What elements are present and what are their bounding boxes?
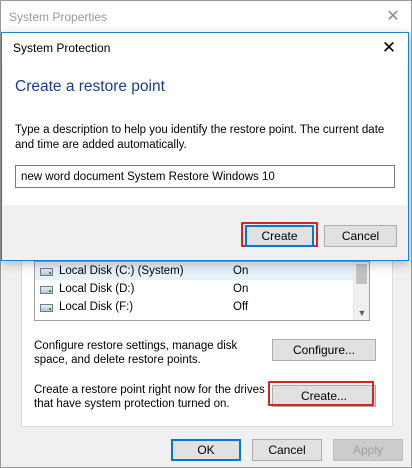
- outer-close-icon[interactable]: ✕: [383, 7, 403, 27]
- dialog-title: System Protection: [13, 41, 111, 55]
- list-item[interactable]: Local Disk (D:) On: [35, 281, 355, 298]
- drive-name: Local Disk (C:) (System): [59, 265, 184, 277]
- dialog-body: Create a restore point Type a descriptio…: [3, 63, 407, 205]
- drive-status: On: [233, 283, 249, 295]
- outer-title-bar: System Properties ✕: [1, 1, 411, 33]
- apply-button: Apply: [333, 439, 403, 461]
- dialog-title-bar: System Protection ✕: [2, 33, 408, 63]
- configure-description: Configure restore settings, manage disk …: [34, 340, 238, 366]
- drive-icon: [40, 304, 53, 312]
- protection-drive-list[interactable]: Local Disk (C:) (System) On Local Disk (…: [34, 261, 370, 321]
- outer-cancel-button[interactable]: Cancel: [252, 439, 322, 461]
- dialog-cancel-button[interactable]: Cancel: [324, 225, 397, 247]
- create-button-highlight: [268, 381, 374, 406]
- dialog-heading: Create a restore point: [15, 78, 165, 95]
- scrollbar-thumb[interactable]: [356, 264, 367, 284]
- chevron-down-icon[interactable]: ▼: [354, 306, 369, 320]
- close-icon[interactable]: ✕: [378, 37, 400, 59]
- drive-icon: [40, 268, 53, 276]
- restore-point-description-input[interactable]: [15, 165, 395, 188]
- drive-status: Off: [233, 301, 249, 313]
- dialog-create-button[interactable]: Create: [245, 225, 314, 247]
- list-item[interactable]: Local Disk (C:) (System) On: [35, 263, 355, 280]
- dialog-description: Type a description to help you identify …: [15, 124, 385, 151]
- drive-status: On: [233, 265, 249, 277]
- drive-list-scrollbar[interactable]: ▼: [353, 262, 369, 320]
- drive-name: Local Disk (D:): [59, 283, 135, 295]
- drive-name: Local Disk (F:): [59, 301, 134, 313]
- create-description: Create a restore point right now for the…: [34, 384, 265, 410]
- configure-button[interactable]: Configure...: [272, 339, 376, 361]
- ok-button[interactable]: OK: [171, 439, 241, 461]
- list-item[interactable]: Local Disk (F:) Off: [35, 299, 355, 316]
- drive-icon: [40, 286, 53, 294]
- system-protection-dialog: System Protection ✕ Create a restore poi…: [1, 32, 409, 261]
- outer-window-title: System Properties: [9, 10, 108, 24]
